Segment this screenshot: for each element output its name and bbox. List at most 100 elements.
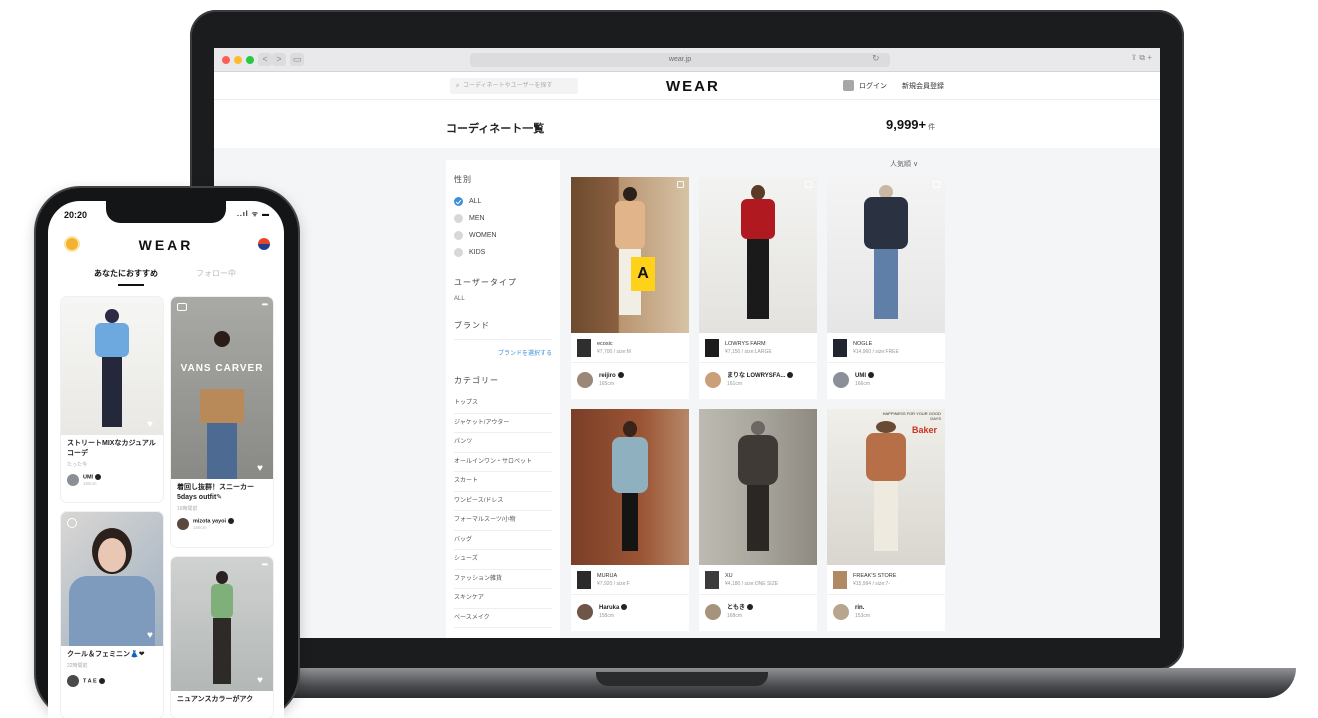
- category-item[interactable]: パンツ: [454, 433, 552, 453]
- verified-icon: [747, 604, 754, 611]
- coordinate-photo[interactable]: A: [571, 177, 689, 333]
- tab-following[interactable]: フォロー中: [196, 268, 236, 279]
- search-input[interactable]: ⌕ コーディネートやユーザーを探す: [450, 78, 578, 94]
- user-info[interactable]: Haruka 158cm: [571, 595, 689, 629]
- select-brand-link[interactable]: ブランドを選択する: [454, 339, 552, 357]
- zoom-window-button[interactable]: [246, 56, 254, 64]
- radio-icon: [454, 231, 463, 240]
- coordinate-card[interactable]: A ecosic ¥7,700 / size:M reijiro 165cm: [571, 177, 689, 399]
- gender-option-all[interactable]: ALL: [454, 193, 552, 210]
- item-price: ¥7,920 / size:F: [597, 580, 630, 587]
- category-item[interactable]: フォーマルスーツ/小物: [454, 511, 552, 531]
- gender-option-kids[interactable]: KIDS: [454, 244, 552, 261]
- coordinate-card[interactable]: HAPPINESS FOR YOUR GOOD DAYS Baker FREAK…: [827, 409, 945, 631]
- share-tabs-icons[interactable]: ⇪ ⧉ +: [1130, 53, 1152, 63]
- person-figure: [216, 571, 228, 584]
- verified-icon: [95, 474, 102, 481]
- category-item[interactable]: シューズ: [454, 550, 552, 570]
- tab-recommended[interactable]: あなたにおすすめ: [94, 268, 158, 279]
- category-item[interactable]: バッグ: [454, 531, 552, 550]
- user-type-value[interactable]: ALL: [454, 296, 552, 302]
- user-height: 158cm: [599, 613, 615, 619]
- feed-time: 16時間前: [177, 506, 198, 512]
- feed-user[interactable]: mizota yayoi 158cm: [171, 514, 273, 534]
- brand-heading: ブランド: [454, 321, 490, 330]
- feed-card[interactable]: ••• ♥ ニュアンスカラーがアク: [171, 557, 273, 718]
- item-info[interactable]: XU ¥4,180 / size:ONE SIZE: [699, 565, 817, 595]
- feed-card[interactable]: ••• VANS CARVER ♥ 着回し抜群！スニーカー5days outfi…: [171, 297, 273, 547]
- signup-link[interactable]: 新規会員登録: [902, 81, 944, 91]
- feed-photo[interactable]: ••• ♥: [171, 557, 273, 691]
- coordinate-photo[interactable]: HAPPINESS FOR YOUR GOOD DAYS Baker: [827, 409, 945, 565]
- gender-option-label: MEN: [469, 215, 485, 222]
- user-height: 153cm: [855, 613, 871, 619]
- category-item[interactable]: ワンピース/ドレス: [454, 492, 552, 511]
- user-type-heading: ユーザータイプ: [454, 278, 517, 287]
- category-item[interactable]: トップス: [454, 394, 552, 414]
- coordinate-photo[interactable]: [571, 409, 689, 565]
- coordinate-card[interactable]: LOWRYS FARM ¥7,150 / size:LARGE まりな LOWRY…: [699, 177, 817, 399]
- login-link[interactable]: ログイン: [859, 81, 887, 91]
- feed-user[interactable]: T A E: [61, 671, 163, 691]
- feed-card[interactable]: ♥ クール＆フェミニン👗❤ 22時間前 T A E: [61, 512, 163, 718]
- minimize-window-button[interactable]: [234, 56, 242, 64]
- item-thumbnail: [577, 570, 591, 589]
- bookmark-icon[interactable]: [805, 181, 812, 188]
- user-info[interactable]: まりな LOWRYSFA... 161cm: [699, 363, 817, 397]
- site-logo[interactable]: WEAR: [666, 78, 720, 95]
- like-heart-icon[interactable]: ♥: [147, 420, 157, 430]
- user-name: UMI: [855, 373, 866, 379]
- login-icon[interactable]: [843, 80, 854, 91]
- feed-photo[interactable]: ♥: [61, 297, 163, 435]
- item-info[interactable]: MURUA ¥7,920 / size:F: [571, 565, 689, 595]
- gender-option-women[interactable]: WOMEN: [454, 227, 552, 244]
- more-dots-icon[interactable]: •••: [262, 560, 268, 569]
- coordinate-photo[interactable]: [699, 177, 817, 333]
- feed-user[interactable]: UMI 166cm: [61, 470, 163, 490]
- category-item[interactable]: オールインワン・サロペット: [454, 453, 552, 472]
- user-info[interactable]: ともき 168cm: [699, 595, 817, 629]
- avatar: [577, 372, 593, 388]
- feed-photo[interactable]: ••• VANS CARVER ♥: [171, 297, 273, 479]
- profile-icon[interactable]: [258, 238, 270, 250]
- user-info[interactable]: UMI 166cm: [827, 363, 945, 397]
- category-item[interactable]: スキンケア: [454, 589, 552, 609]
- item-info[interactable]: ecosic ¥7,700 / size:M: [571, 333, 689, 363]
- bookmark-icon[interactable]: [677, 181, 684, 188]
- reload-icon[interactable]: ↻: [872, 53, 880, 64]
- person-figure: [864, 197, 908, 249]
- coordinate-card[interactable]: XU ¥4,180 / size:ONE SIZE ともき 168cm: [699, 409, 817, 631]
- forward-button[interactable]: >: [272, 53, 286, 66]
- like-heart-icon[interactable]: ♥: [257, 676, 267, 686]
- bookmark-icon[interactable]: [933, 181, 940, 188]
- feed-title: ニュアンスカラーがアク: [177, 696, 254, 703]
- category-item[interactable]: ジャケット/アウター: [454, 414, 552, 433]
- more-dots-icon[interactable]: •••: [262, 300, 268, 309]
- feed-user-name: T A E: [83, 678, 97, 685]
- item-info[interactable]: LOWRYS FARM ¥7,150 / size:LARGE: [699, 333, 817, 363]
- close-window-button[interactable]: [222, 56, 230, 64]
- feed-photo[interactable]: ♥: [61, 512, 163, 646]
- coordinate-photo[interactable]: [699, 409, 817, 565]
- back-button[interactable]: <: [258, 53, 272, 66]
- person-figure: [612, 437, 648, 493]
- coordinate-card[interactable]: NOGLE ¥14,960 / size:FREE UMI 166cm: [827, 177, 945, 399]
- coordinate-card[interactable]: MURUA ¥7,920 / size:F Haruka 158cm: [571, 409, 689, 631]
- feed-card[interactable]: ♥ ストリートMIXなカジュアルコーデ たった今 UMI 166cm: [61, 297, 163, 502]
- sort-dropdown[interactable]: 人気順 ∨: [890, 159, 918, 169]
- category-item[interactable]: ファッション雑貨: [454, 570, 552, 589]
- item-price: ¥7,700 / size:M: [597, 348, 631, 355]
- address-bar[interactable]: wear.jp: [470, 53, 890, 67]
- item-info[interactable]: NOGLE ¥14,960 / size:FREE: [827, 333, 945, 363]
- like-heart-icon[interactable]: ♥: [257, 464, 267, 474]
- user-info[interactable]: reijiro 165cm: [571, 363, 689, 397]
- category-item[interactable]: スカート: [454, 472, 552, 492]
- item-info[interactable]: FREAK'S STORE ¥15,994 / size:7-: [827, 565, 945, 595]
- coordinate-photo[interactable]: [827, 177, 945, 333]
- gender-option-men[interactable]: MEN: [454, 210, 552, 227]
- item-thumbnail: [705, 338, 719, 357]
- category-item[interactable]: ベースメイク: [454, 609, 552, 628]
- user-info[interactable]: rin. 153cm: [827, 595, 945, 629]
- like-heart-icon[interactable]: ♥: [147, 631, 157, 641]
- sidebar-toggle-icon[interactable]: ▭: [290, 53, 304, 66]
